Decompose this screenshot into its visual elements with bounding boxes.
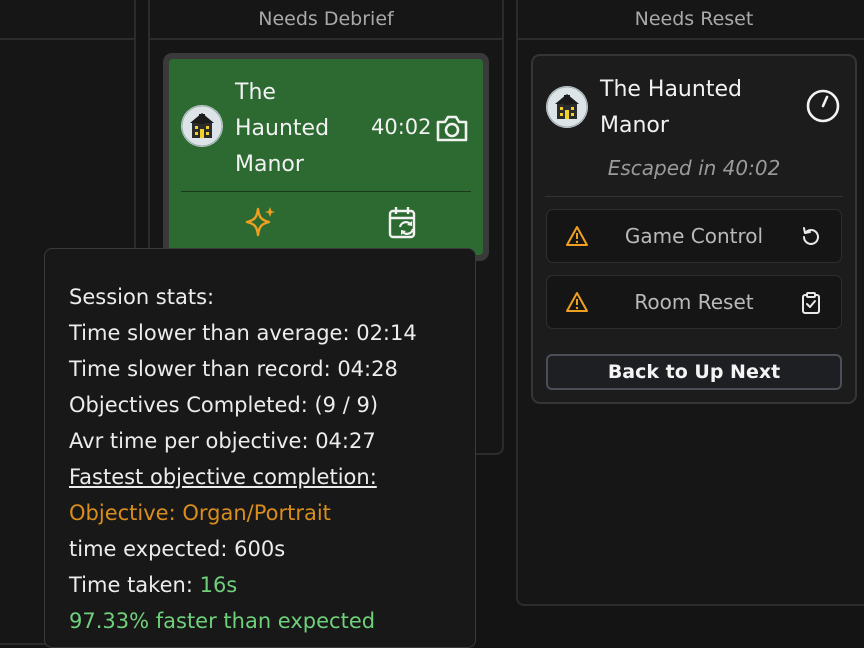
fastest-objective-heading: Fastest objective completion:	[69, 465, 377, 489]
debrief-card-body: The Haunted Manor 40:02	[169, 59, 483, 255]
debrief-room-title: The Haunted Manor	[235, 80, 330, 177]
clipboard-check-icon	[799, 291, 823, 315]
haunted-house-icon	[181, 105, 223, 147]
time-taken: Time taken: 16s	[69, 567, 475, 603]
time-taken-value: 16s	[199, 573, 238, 597]
reset-card-divider	[545, 196, 843, 197]
fastest-objective-name: Objective: Organ/Portrait	[69, 501, 331, 525]
faster-than-expected: 97.33% faster than expected	[69, 609, 376, 633]
game-control-label: Game Control	[624, 224, 764, 248]
stat-avg-time-per-objective: Avr time per objective: 04:27	[69, 429, 376, 453]
room-reset-button[interactable]: Room Reset	[546, 275, 842, 329]
debrief-card-divider	[181, 191, 471, 192]
stat-slower-than-average: Time slower than average: 02:14	[69, 321, 417, 345]
debrief-room-card[interactable]: The Haunted Manor 40:02	[163, 53, 489, 261]
sparkle-icon[interactable]	[243, 205, 277, 239]
reset-room-card: The Haunted Manor Escaped in 40:02 Game …	[531, 54, 857, 404]
stats-heading: Session stats:	[69, 285, 215, 309]
haunted-house-icon	[546, 86, 588, 128]
stat-objectives-completed: Objectives Completed: (9 / 9)	[69, 393, 379, 417]
calendar-sync-icon[interactable]	[387, 205, 421, 241]
room-reset-label: Room Reset	[634, 290, 754, 314]
column-left-header	[0, 0, 134, 40]
debrief-time: 40:02	[371, 115, 432, 139]
back-to-up-next-button[interactable]: Back to Up Next	[546, 354, 842, 390]
timer-icon[interactable]	[805, 88, 841, 124]
escaped-time-text: Escaped in 40:02	[607, 156, 781, 180]
reset-room-title: The Haunted Manor	[600, 77, 742, 138]
time-expected: time expected: 600s	[69, 537, 286, 561]
time-taken-label: Time taken:	[69, 573, 200, 597]
column-needs-debrief-header: Needs Debrief	[150, 0, 502, 40]
column-needs-reset-header: Needs Reset	[518, 0, 864, 40]
camera-icon[interactable]	[434, 113, 470, 143]
game-control-button[interactable]: Game Control	[546, 209, 842, 263]
session-stats-tooltip: Session stats: Time slower than average:…	[44, 248, 476, 648]
stat-slower-than-record: Time slower than record: 04:28	[69, 357, 398, 381]
reset-icon	[799, 225, 823, 249]
